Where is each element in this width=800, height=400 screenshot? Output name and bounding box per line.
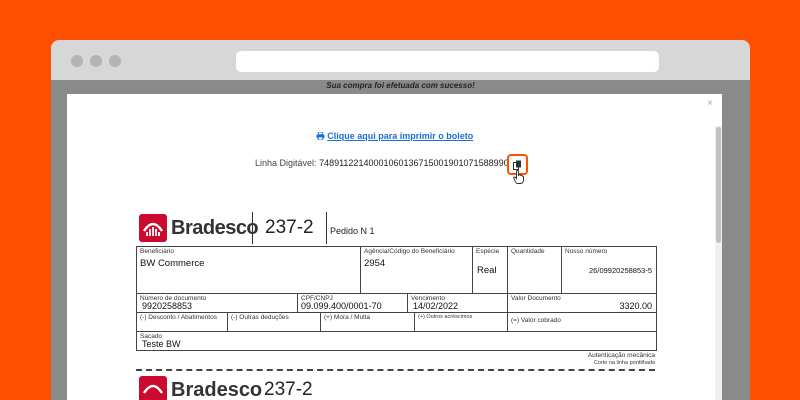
window-controls <box>71 55 121 67</box>
vencimento-cell: Vencimento 14/02/2022 <box>408 294 508 313</box>
pedido-number: Pedido N 1 <box>330 226 375 236</box>
cut-line <box>136 369 655 371</box>
boleto-header: Bradesco 237-2 Pedido N 1 <box>136 212 466 246</box>
valor-cobrado-cell: (=) Valor cobrado <box>508 313 656 332</box>
print-boleto-link[interactable]: Clique aqui para imprimir o boleto <box>67 131 722 141</box>
valor-doc-value: 3320.00 <box>619 301 652 311</box>
bradesco-logo-icon <box>139 214 167 242</box>
scrollbar-thumb[interactable] <box>716 127 721 243</box>
browser-window: Sua compra foi efetuada com sucesso! × C… <box>51 40 750 400</box>
agencia-cell: Agência/Código do Beneficiário 2954 <box>361 247 473 294</box>
desconto-label: (-) Desconto / Abatimentos <box>140 314 217 321</box>
valor-doc-label: Valor Documento <box>511 295 561 302</box>
num-doc-value: 9920258853 <box>142 301 193 311</box>
beneficiario-cell: Beneficiário BW Commerce <box>137 247 361 294</box>
autenticacao-label: Autenticação mecânica <box>587 352 655 359</box>
cpf-value: 09.099.400/0001-70 <box>301 301 382 311</box>
quantidade-label: Quantidade <box>511 248 545 255</box>
bank-name-second: Bradesco <box>171 379 263 400</box>
num-doc-cell: Número de documento 9920258853 <box>137 294 298 313</box>
especie-value: Real <box>477 265 497 276</box>
bank-code-second: 237-2 <box>264 379 313 400</box>
cpf-cell: CPF/CNPJ 09.099.400/0001-70 <box>298 294 408 313</box>
nosso-numero-value: 26/09920258853-5 <box>589 266 652 275</box>
especie-cell: Espécie Real <box>473 247 508 294</box>
linha-digitavel: Linha Digitável: 74891122140001060136715… <box>255 158 524 168</box>
boleto-modal: × Clique aqui para imprimir o boleto Lin… <box>67 94 722 400</box>
outras-deducoes-label: (-) Outras deduções <box>231 314 289 321</box>
outros-acrescimos-label: (+) Outros acréscimos <box>418 314 473 320</box>
print-link-label: Clique aqui para imprimir o boleto <box>327 131 474 141</box>
desconto-cell: (-) Desconto / Abatimentos <box>137 313 228 332</box>
beneficiario-value: BW Commerce <box>140 258 205 269</box>
bradesco-logo-icon <box>139 376 167 400</box>
bank-code: 237-2 <box>252 212 327 244</box>
copy-icon <box>513 160 521 170</box>
agencia-label: Agência/Código do Beneficiário <box>364 248 455 255</box>
window-dot-3[interactable] <box>109 55 121 67</box>
linha-digitavel-value: 7489112214000106013671500190107158899000… <box>319 158 524 168</box>
linha-digitavel-label: Linha Digitável: <box>255 158 317 168</box>
address-bar[interactable] <box>236 51 659 72</box>
vencimento-value: 14/02/2022 <box>413 301 459 311</box>
beneficiario-label: Beneficiário <box>140 248 174 255</box>
hand-pointer-icon <box>513 170 524 184</box>
nosso-numero-cell: Nosso número 26/09920258853-5 <box>562 247 656 294</box>
nosso-numero-label: Nosso número <box>565 248 608 255</box>
success-message: Sua compra foi efetuada com sucesso! <box>326 81 475 90</box>
valor-doc-cell: Valor Documento 3320.00 <box>508 294 656 313</box>
mora-cell: (+) Mora / Multa <box>321 313 415 332</box>
outros-acrescimos-cell: (+) Outros acréscimos <box>415 313 508 332</box>
quantidade-cell: Quantidade <box>508 247 562 294</box>
agencia-value: 2954 <box>364 258 386 269</box>
outras-deducoes-cell: (-) Outras deduções <box>228 313 321 332</box>
page-viewport: Sua compra foi efetuada com sucesso! × C… <box>51 80 750 400</box>
boleto-table: Beneficiário BW Commerce Agência/Código … <box>136 246 657 351</box>
printer-icon <box>316 131 325 141</box>
window-dot-1[interactable] <box>71 55 83 67</box>
window-dot-2[interactable] <box>90 55 102 67</box>
sacado-cell: Sacado Teste BW <box>137 332 656 350</box>
valor-cobrado-label: (=) Valor cobrado <box>511 317 561 324</box>
especie-label: Espécie <box>476 248 500 255</box>
bank-name: Bradesco <box>171 217 259 239</box>
sacado-value: Teste BW <box>142 339 181 349</box>
close-button[interactable]: × <box>707 98 713 109</box>
corte-label: Corte na linha pontilhada <box>593 360 655 366</box>
mora-label: (+) Mora / Multa <box>324 314 371 321</box>
